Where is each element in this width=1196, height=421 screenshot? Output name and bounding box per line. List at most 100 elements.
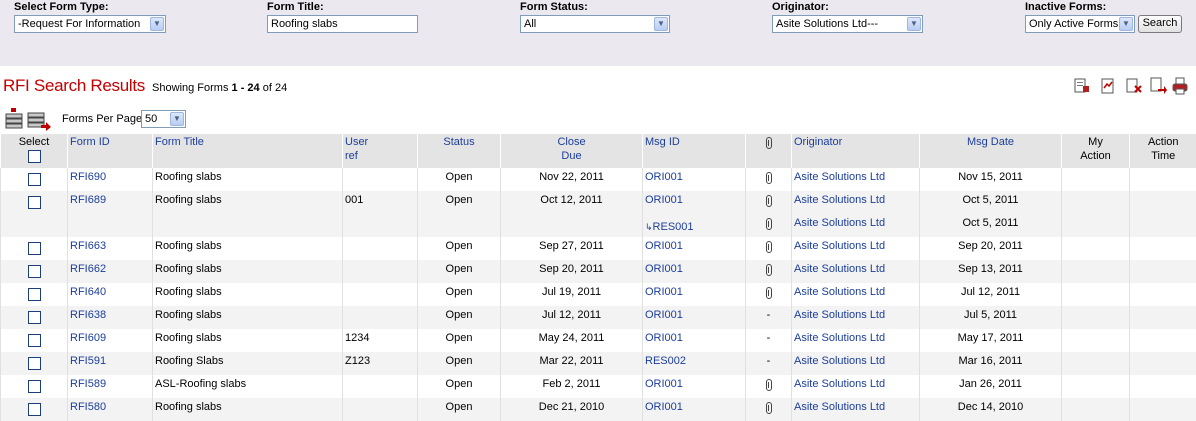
status-header[interactable]: Status — [443, 136, 474, 148]
originator-link[interactable]: Asite Solutions Ltd — [794, 240, 885, 252]
row-select-cell — [1, 306, 68, 329]
originator-header[interactable]: Originator — [794, 136, 842, 148]
paperclip-icon[interactable] — [766, 402, 772, 414]
row-checkbox[interactable] — [28, 380, 41, 393]
form-id-link[interactable]: RFI591 — [70, 355, 106, 367]
chevron-down-icon[interactable]: ▼ — [150, 17, 164, 31]
form-id-link[interactable]: RFI580 — [70, 401, 106, 413]
per-page-select[interactable]: 50 ▼ — [141, 110, 186, 128]
originator-link[interactable]: Asite Solutions Ltd — [794, 171, 885, 183]
form-id-link[interactable]: RFI638 — [70, 309, 106, 321]
msg-id-link[interactable]: ORI001 — [645, 378, 683, 390]
row-checkbox[interactable] — [28, 334, 41, 347]
no-attachment-marker: - — [767, 332, 771, 344]
print-icon[interactable] — [1171, 77, 1189, 95]
originator-select[interactable]: Asite Solutions Ltd--- ▼ — [772, 15, 923, 33]
row-checkbox[interactable] — [28, 196, 41, 209]
msg-id-link[interactable]: ORI001 — [645, 286, 683, 298]
form-id-link[interactable]: RFI663 — [70, 240, 106, 252]
form-id-link[interactable]: RFI662 — [70, 263, 106, 275]
close-due-header-2[interactable]: Due — [561, 150, 581, 162]
form-id-link[interactable]: RFI689 — [70, 194, 106, 206]
form-id-link[interactable]: RFI589 — [70, 378, 106, 390]
chevron-down-icon[interactable]: ▼ — [170, 112, 184, 126]
originator-link[interactable]: Asite Solutions Ltd — [794, 194, 885, 206]
msg-id-link[interactable]: ORI001 — [645, 171, 683, 183]
paperclip-icon[interactable] — [766, 195, 772, 207]
paperclip-icon[interactable] — [766, 379, 772, 391]
user-ref-header-1[interactable]: User — [345, 136, 368, 148]
msg-id-link[interactable]: ORI001 — [645, 194, 683, 206]
col-close-due[interactable]: Close Due — [501, 134, 643, 168]
attachment-cell — [746, 283, 792, 306]
originator-link[interactable]: Asite Solutions Ltd — [794, 355, 885, 367]
chevron-down-icon[interactable]: ▼ — [1119, 17, 1133, 31]
msg-id-link[interactable]: RES001 — [653, 221, 694, 233]
form-id-header[interactable]: Form ID — [70, 136, 110, 148]
chevron-down-icon[interactable]: ▼ — [654, 17, 668, 31]
originator-link[interactable]: Asite Solutions Ltd — [794, 332, 885, 344]
close-due-header-1[interactable]: Close — [557, 136, 585, 148]
msg-id-link[interactable]: ORI001 — [645, 309, 683, 321]
row-checkbox[interactable] — [28, 288, 41, 301]
col-originator[interactable]: Originator — [792, 134, 920, 168]
paperclip-icon[interactable] — [766, 241, 772, 253]
originator-link[interactable]: Asite Solutions Ltd — [794, 309, 885, 321]
row-checkbox[interactable] — [28, 357, 41, 370]
add-form-icon[interactable] — [4, 108, 26, 130]
msg-id-link[interactable]: ORI001 — [645, 263, 683, 275]
originator-cell: Asite Solutions Ltd — [792, 191, 920, 214]
form-status-select[interactable]: All ▼ — [520, 15, 670, 33]
col-user-ref[interactable]: User ref — [343, 134, 418, 168]
originator-link[interactable]: Asite Solutions Ltd — [794, 286, 885, 298]
close-due-cell: Jul 19, 2011 — [501, 283, 643, 306]
delete-icon[interactable] — [1125, 77, 1143, 95]
originator-link[interactable]: Asite Solutions Ltd — [794, 217, 885, 229]
msg-date-header[interactable]: Msg Date — [967, 136, 1014, 148]
select-all-checkbox[interactable] — [28, 150, 41, 163]
user-ref-header-2[interactable]: ref — [345, 150, 358, 162]
report-icon[interactable] — [1099, 77, 1117, 95]
form-id-cell: RFI662 — [68, 260, 153, 283]
originator-link[interactable]: Asite Solutions Ltd — [794, 401, 885, 413]
msg-id-link[interactable]: ORI001 — [645, 332, 683, 344]
search-button[interactable]: Search — [1138, 15, 1182, 33]
move-icon[interactable] — [1149, 77, 1167, 95]
msg-id-link[interactable]: RES002 — [645, 355, 686, 367]
col-msg-id[interactable]: Msg ID — [643, 134, 746, 168]
form-title-cell: Roofing slabs — [153, 283, 343, 306]
paperclip-icon[interactable] — [766, 218, 772, 230]
row-checkbox[interactable] — [28, 265, 41, 278]
col-form-id[interactable]: Form ID — [68, 134, 153, 168]
col-msg-date[interactable]: Msg Date — [920, 134, 1062, 168]
msg-id-header[interactable]: Msg ID — [645, 136, 680, 148]
row-checkbox[interactable] — [28, 242, 41, 255]
form-type-select[interactable]: -Request For Information ▼ — [14, 15, 166, 33]
form-title-header[interactable]: Form Title — [155, 136, 204, 148]
originator-link[interactable]: Asite Solutions Ltd — [794, 378, 885, 390]
paperclip-icon[interactable] — [766, 172, 772, 184]
chevron-down-icon[interactable]: ▼ — [907, 17, 921, 31]
row-checkbox[interactable] — [28, 403, 41, 416]
form-id-link[interactable]: RFI640 — [70, 286, 106, 298]
distribute-icon[interactable] — [26, 111, 52, 131]
form-title-cell: Roofing slabs — [153, 237, 343, 260]
form-id-link[interactable]: RFI690 — [70, 171, 106, 183]
col-status[interactable]: Status — [418, 134, 501, 168]
inactive-forms-select[interactable]: Only Active Forms ▼ — [1025, 15, 1135, 33]
col-form-title[interactable]: Form Title — [153, 134, 343, 168]
msg-id-link[interactable]: ORI001 — [645, 401, 683, 413]
attachment-cell — [746, 168, 792, 191]
row-checkbox[interactable] — [28, 311, 41, 324]
form-id-link[interactable]: RFI609 — [70, 332, 106, 344]
msg-date-cell: May 17, 2011 — [920, 329, 1062, 352]
originator-link[interactable]: Asite Solutions Ltd — [794, 263, 885, 275]
msg-date-cell: Jul 12, 2011 — [920, 283, 1062, 306]
paperclip-icon[interactable] — [766, 287, 772, 299]
paperclip-icon[interactable] — [766, 264, 772, 276]
action-time-cell — [1130, 398, 1196, 421]
form-title-input[interactable]: Roofing slabs — [267, 15, 418, 33]
row-checkbox[interactable] — [28, 173, 41, 186]
export-icon[interactable] — [1073, 77, 1091, 95]
msg-id-link[interactable]: ORI001 — [645, 240, 683, 252]
